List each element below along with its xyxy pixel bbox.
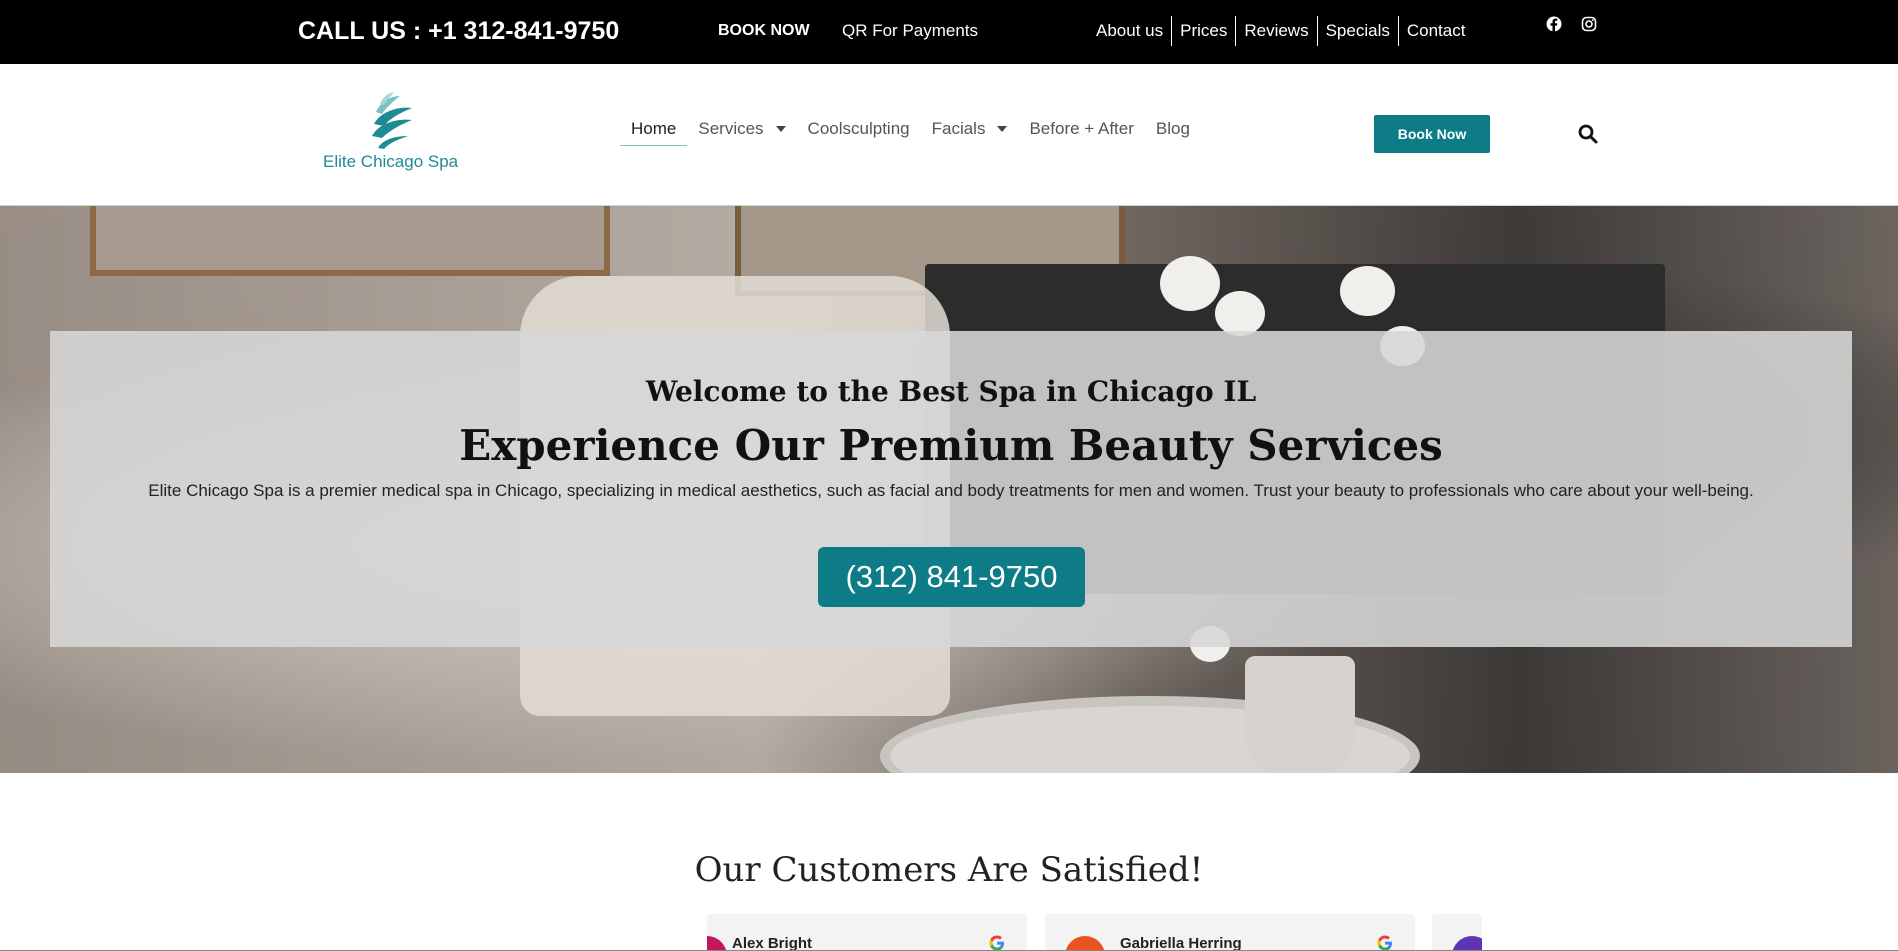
reviews-link[interactable]: Reviews [1235, 16, 1316, 46]
google-icon [989, 935, 1004, 951]
nav-coolsculpting[interactable]: Coolsculpting [797, 109, 921, 149]
specials-link[interactable]: Specials [1316, 16, 1398, 46]
hero-description: Elite Chicago Spa is a premier medical s… [148, 481, 1754, 500]
nav-facials[interactable]: Facials [921, 109, 1019, 149]
qr-payments-link[interactable]: QR For Payments [842, 21, 978, 41]
reviews-title: Our Customers Are Satisfied! [694, 850, 1204, 890]
about-us-link[interactable]: About us [1088, 16, 1171, 46]
book-now-button[interactable]: Book Now [1374, 115, 1490, 153]
review-card[interactable]: Gabriella Herring [1045, 914, 1415, 951]
logo[interactable]: Elite Chicago Spa [320, 92, 460, 182]
logo-text: Elite Chicago Spa [323, 152, 459, 171]
instagram-icon[interactable] [1581, 16, 1597, 32]
top-nav: About us Prices Reviews Specials Contact [1088, 15, 1473, 47]
review-card[interactable] [1432, 914, 1482, 951]
prices-link[interactable]: Prices [1171, 16, 1235, 46]
nav-services-label: Services [698, 119, 764, 138]
hero-headline: Experience Our Premium Beauty Services [459, 421, 1443, 470]
chevron-down-icon [775, 126, 786, 132]
hero-section: Welcome to the Best Spa in Chicago IL Ex… [0, 206, 1898, 773]
nav-before-after-label: Before + After [1029, 119, 1134, 138]
hero-decor [1215, 291, 1265, 336]
google-icon [1377, 935, 1392, 951]
nav-home[interactable]: Home [620, 109, 688, 149]
book-now-link[interactable]: BOOK NOW [718, 22, 810, 40]
main-nav: Home Services Coolsculpting Facials Befo… [620, 109, 1201, 149]
nav-home-label: Home [631, 119, 677, 138]
avatar [707, 936, 727, 951]
hero-decor [1340, 266, 1395, 316]
nav-services[interactable]: Services [687, 109, 796, 149]
top-bar: CALL US : +1 312-841-9750 BOOK NOW QR Fo… [0, 0, 1898, 64]
contact-link[interactable]: Contact [1397, 16, 1474, 46]
phone-call-button[interactable]: (312) 841-9750 [818, 547, 1085, 607]
nav-blog-label: Blog [1155, 119, 1190, 138]
nav-coolsculpting-label: Coolsculpting [807, 119, 910, 138]
facebook-icon[interactable] [1546, 16, 1562, 32]
nav-blog[interactable]: Blog [1145, 109, 1201, 149]
hero-welcome: Welcome to the Best Spa in Chicago IL [645, 375, 1257, 408]
hero-decor [1245, 656, 1355, 773]
review-card[interactable]: Alex Bright [707, 914, 1027, 951]
reviewer-name: Gabriella Herring [1120, 935, 1242, 951]
search-icon[interactable] [1578, 124, 1598, 144]
avatar [1452, 936, 1482, 951]
site-header: Elite Chicago Spa Home Services Coolscul… [0, 64, 1898, 206]
nav-before-after[interactable]: Before + After [1018, 109, 1144, 149]
logo-mark-icon [372, 92, 412, 149]
nav-facials-label: Facials [931, 119, 986, 138]
call-us-text[interactable]: CALL US : +1 312-841-9750 [298, 17, 619, 46]
hero-panel: Welcome to the Best Spa in Chicago IL Ex… [50, 331, 1852, 647]
hero-decor [1160, 256, 1220, 311]
reviewer-name: Alex Bright [732, 935, 813, 951]
chevron-down-icon [997, 126, 1008, 132]
avatar [1065, 936, 1105, 951]
hero-decor [90, 206, 610, 276]
page: CALL US : +1 312-841-9750 BOOK NOW QR Fo… [0, 0, 1898, 951]
